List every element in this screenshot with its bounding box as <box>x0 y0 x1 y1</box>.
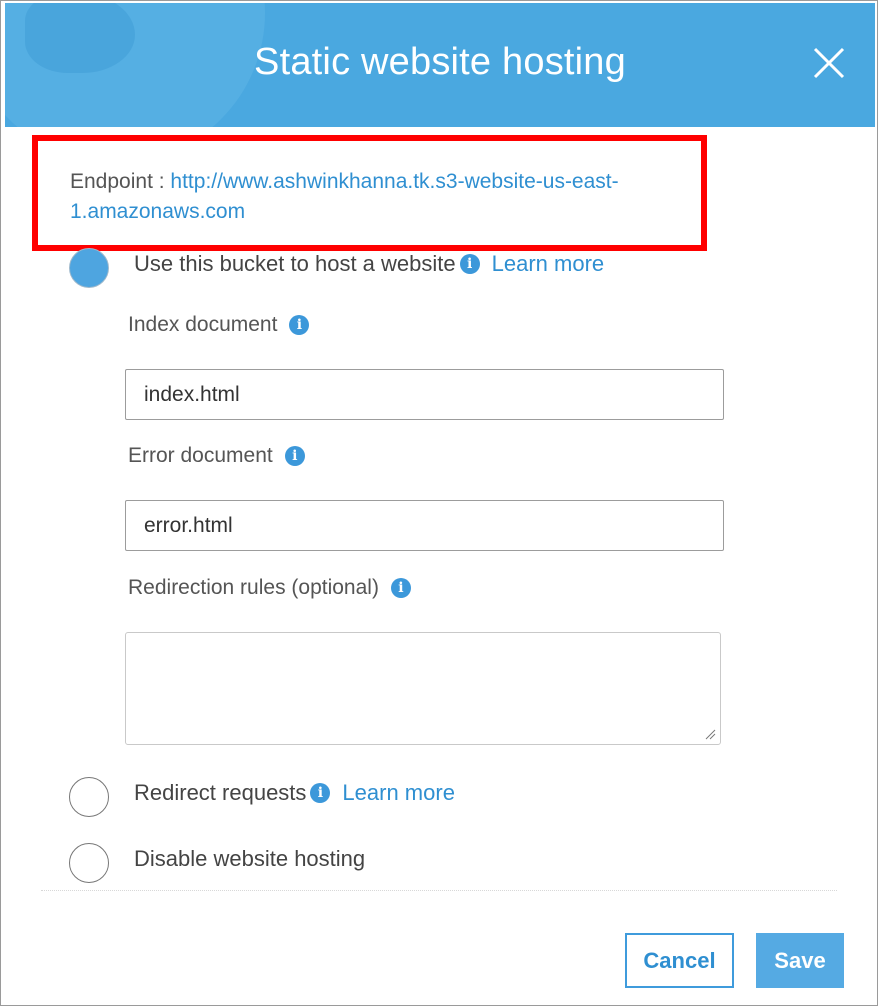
dialog-header: Static website hosting <box>5 3 875 127</box>
endpoint-text: Endpoint : http://www.ashwinkhanna.tk.s3… <box>70 167 690 227</box>
dialog-title: Static website hosting <box>254 41 626 83</box>
cancel-button[interactable]: Cancel <box>625 933 734 988</box>
host-website-option: Use this bucket to host a website i Lear… <box>134 251 604 277</box>
index-document-input[interactable]: index.html <box>125 369 724 420</box>
redirect-requests-radio[interactable] <box>69 777 109 817</box>
endpoint-label: Endpoint : <box>70 170 165 193</box>
redirection-rules-label: Redirection rules (optional) <box>128 576 379 599</box>
redirection-rules-label-row: Redirection rules (optional) i <box>128 576 411 600</box>
error-document-input[interactable]: error.html <box>125 500 724 551</box>
learn-more-link[interactable]: Learn more <box>492 251 605 277</box>
info-icon[interactable]: i <box>459 254 480 274</box>
info-icon[interactable]: i <box>289 315 310 335</box>
index-document-label-row: Index document i <box>128 313 310 337</box>
static-website-hosting-dialog: Static website hosting Endpoint : http:/… <box>0 0 878 1006</box>
disable-hosting-option: Disable website hosting <box>134 846 365 872</box>
redirection-rules-textarea[interactable] <box>125 632 721 745</box>
close-icon[interactable] <box>809 43 849 83</box>
disable-hosting-label: Disable website hosting <box>134 846 366 871</box>
info-icon[interactable]: i <box>310 783 331 803</box>
footer-divider <box>41 890 837 891</box>
redirect-requests-label: Redirect requests <box>134 780 307 805</box>
info-icon[interactable]: i <box>390 578 411 598</box>
error-document-label: Error document <box>128 444 273 467</box>
host-website-radio[interactable] <box>69 248 109 288</box>
resize-grip-icon[interactable] <box>704 728 716 740</box>
learn-more-link[interactable]: Learn more <box>342 780 455 806</box>
index-document-label: Index document <box>128 313 278 336</box>
disable-hosting-radio[interactable] <box>69 843 109 883</box>
host-website-label: Use this bucket to host a website <box>134 251 456 276</box>
error-document-label-row: Error document i <box>128 444 305 468</box>
info-icon[interactable]: i <box>284 446 305 466</box>
redirect-requests-option: Redirect requests i Learn more <box>134 780 455 806</box>
save-button[interactable]: Save <box>756 933 844 988</box>
